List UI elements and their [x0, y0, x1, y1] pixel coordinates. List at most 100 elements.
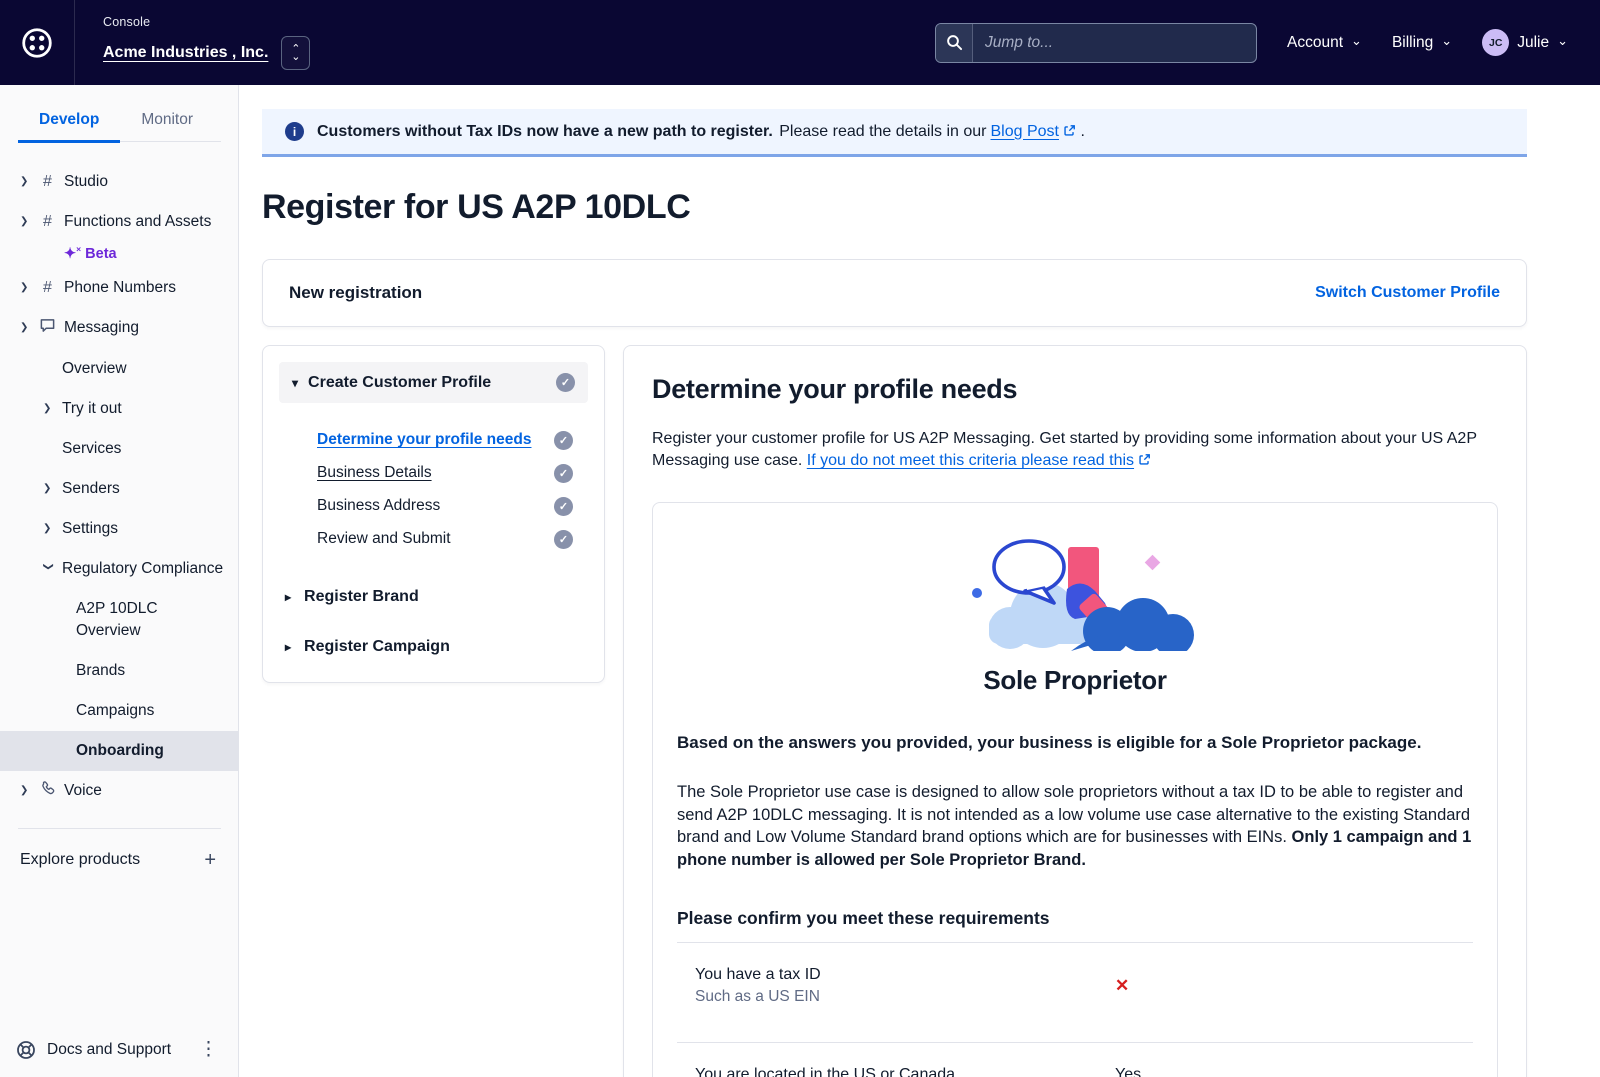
sidebar-item-label: Services — [62, 438, 121, 460]
requirement-label: You have a tax ID — [695, 964, 1115, 986]
sidebar: Develop Monitor ❯ # Studio ❯ # Functions… — [0, 85, 239, 1077]
sidebar-item-voice[interactable]: ❯ Voice — [0, 771, 238, 812]
panel-heading: Determine your profile needs — [652, 374, 1498, 405]
billing-menu-label: Billing — [1392, 34, 1433, 52]
tab-monitor[interactable]: Monitor — [120, 103, 214, 141]
sole-proprietor-illustration — [677, 529, 1473, 651]
switch-customer-profile-link[interactable]: Switch Customer Profile — [1315, 284, 1500, 302]
banner-regular-text: Please read the details in our — [779, 123, 986, 140]
sidebar-item-a2p-10dlc-overview[interactable]: A2P 10DLC Overview — [0, 589, 238, 651]
step-label[interactable]: Review and Submit — [317, 530, 451, 548]
sidebar-item-label: Voice — [64, 780, 102, 802]
page-title: Register for US A2P 10DLC — [262, 188, 1527, 227]
requirement-value: Yes — [1115, 1066, 1473, 1077]
package-description: The Sole Proprietor use case is designed… — [677, 781, 1473, 871]
triangle-down-icon: ▾ — [292, 377, 298, 389]
chevron-right-icon: ❯ — [20, 780, 31, 802]
hash-icon: # — [39, 211, 56, 233]
account-menu-label: Account — [1287, 34, 1343, 52]
sidebar-item-settings[interactable]: ❯ Settings — [0, 509, 238, 549]
profile-needs-panel: Determine your profile needs Register yo… — [623, 345, 1527, 1077]
requirement-label: You are located in the US or Canada — [695, 1064, 1115, 1077]
check-circle-icon: ✓ — [554, 464, 573, 483]
package-name: Sole Proprietor — [677, 665, 1473, 696]
banner-suffix: . — [1080, 123, 1084, 140]
info-icon: i — [285, 122, 304, 141]
search-icon — [946, 34, 963, 51]
step-label[interactable]: Determine your profile needs — [317, 431, 531, 449]
twilio-logo[interactable] — [0, 0, 75, 85]
stepper-section-register-brand[interactable]: ▸ Register Brand — [279, 588, 588, 606]
stepper-section-label: Register Brand — [304, 588, 419, 606]
sidebar-item-label: Regulatory Compliance — [62, 558, 223, 580]
sidebar-item-brands[interactable]: Brands — [0, 651, 238, 691]
step-business-details[interactable]: Business Details ✓ — [317, 460, 588, 486]
caret-down-icon: ⌄ — [291, 53, 300, 61]
stepper-steps: Determine your profile needs ✓ Business … — [317, 427, 588, 552]
blog-post-link[interactable]: Blog Post — [991, 123, 1059, 140]
docs-and-support-button[interactable]: Docs and Support — [16, 1040, 171, 1060]
check-circle-icon: ✓ — [554, 530, 573, 549]
beta-badge[interactable]: ✦× Beta — [0, 242, 238, 268]
chevron-down-icon: ⌄ — [1441, 36, 1452, 46]
sidebar-tabs: Develop Monitor — [18, 103, 221, 142]
user-menu[interactable]: JC Julie ⌄ — [1482, 29, 1568, 56]
search-input[interactable] — [973, 24, 1256, 62]
chevron-right-icon: ❯ — [43, 478, 54, 500]
stepper-section-register-campaign[interactable]: ▸ Register Campaign — [279, 638, 588, 656]
sidebar-item-functions-and-assets[interactable]: ❯ # Functions and Assets — [0, 202, 238, 242]
sidebar-item-messaging[interactable]: ❯ Messaging — [0, 308, 238, 349]
tab-develop[interactable]: Develop — [18, 103, 120, 143]
chevron-down-icon: ❯ — [36, 562, 58, 573]
explore-products-button[interactable]: Explore products + — [0, 835, 238, 886]
sidebar-item-label: Campaigns — [76, 700, 154, 722]
step-business-address[interactable]: Business Address ✓ — [317, 493, 588, 519]
avatar: JC — [1482, 29, 1509, 56]
sidebar-item-phone-numbers[interactable]: ❯ # Phone Numbers — [0, 268, 238, 308]
step-label[interactable]: Business Address — [317, 497, 440, 515]
account-menu[interactable]: Account ⌄ — [1287, 34, 1362, 52]
sidebar-item-services[interactable]: ❯ Services — [0, 429, 238, 469]
chevron-down-icon: ⌄ — [1557, 36, 1568, 46]
docs-and-support-label: Docs and Support — [47, 1041, 171, 1059]
life-ring-icon — [16, 1040, 36, 1060]
hash-icon: # — [39, 277, 56, 299]
sparkle-x-icon: × — [76, 244, 81, 254]
sidebar-item-overview[interactable]: ❯ Overview — [0, 349, 238, 389]
sidebar-item-label: Onboarding — [76, 740, 164, 762]
user-name: Julie — [1517, 34, 1549, 52]
jump-to-search — [935, 23, 1257, 63]
sidebar-item-label: Settings — [62, 518, 118, 540]
kebab-menu-icon[interactable]: ⋮ — [193, 1038, 224, 1061]
requirement-sublabel: Such as a US EIN — [695, 986, 1115, 1008]
account-name-link[interactable]: Acme Industries , Inc. — [103, 44, 268, 62]
check-circle-icon: ✓ — [554, 497, 573, 516]
sparkle-icon: ✦ — [64, 246, 76, 262]
sidebar-item-regulatory-compliance[interactable]: ❯ Regulatory Compliance — [0, 549, 238, 589]
stepper-section-label: Create Customer Profile — [308, 374, 491, 392]
sidebar-item-try-it-out[interactable]: ❯ Try it out — [0, 389, 238, 429]
search-button[interactable] — [936, 24, 973, 62]
navbar-menus: Account ⌄ Billing ⌄ JC Julie ⌄ — [1287, 29, 1568, 56]
twilio-logo-icon — [22, 28, 52, 58]
registration-stepper: ▾ Create Customer Profile ✓ Determine yo… — [262, 345, 605, 683]
sidebar-item-campaigns[interactable]: Campaigns — [0, 691, 238, 731]
chevron-right-icon: ❯ — [20, 211, 31, 233]
sidebar-item-label: Try it out — [62, 398, 122, 420]
sidebar-item-studio[interactable]: ❯ # Studio — [0, 162, 238, 202]
step-review-and-submit[interactable]: Review and Submit ✓ — [317, 526, 588, 552]
stepper-section-create-customer-profile[interactable]: ▾ Create Customer Profile ✓ — [279, 362, 588, 403]
check-circle-icon: ✓ — [556, 373, 575, 392]
billing-menu[interactable]: Billing ⌄ — [1392, 34, 1452, 52]
step-label[interactable]: Business Details — [317, 464, 432, 482]
step-determine-profile-needs[interactable]: Determine your profile needs ✓ — [317, 427, 588, 453]
criteria-link[interactable]: If you do not meet this criteria please … — [807, 452, 1134, 469]
sidebar-item-onboarding[interactable]: Onboarding — [0, 731, 238, 771]
hash-icon: # — [39, 171, 56, 193]
sidebar-item-label: Senders — [62, 478, 120, 500]
account-switcher-button[interactable]: ⌃ ⌄ — [281, 36, 310, 70]
top-navbar: Console Acme Industries , Inc. ⌃ ⌄ Accou… — [0, 0, 1600, 85]
chat-bubble-icon — [39, 317, 56, 340]
main-content: i Customers without Tax IDs now have a n… — [239, 85, 1600, 1077]
sidebar-item-senders[interactable]: ❯ Senders — [0, 469, 238, 509]
